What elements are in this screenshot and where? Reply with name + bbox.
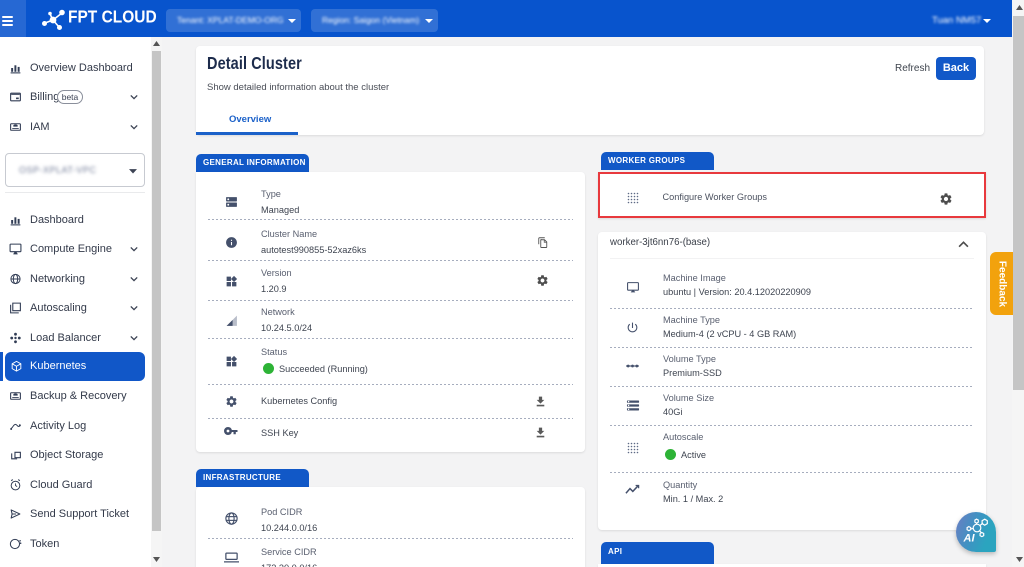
svg-text:AI: AI bbox=[963, 533, 976, 545]
